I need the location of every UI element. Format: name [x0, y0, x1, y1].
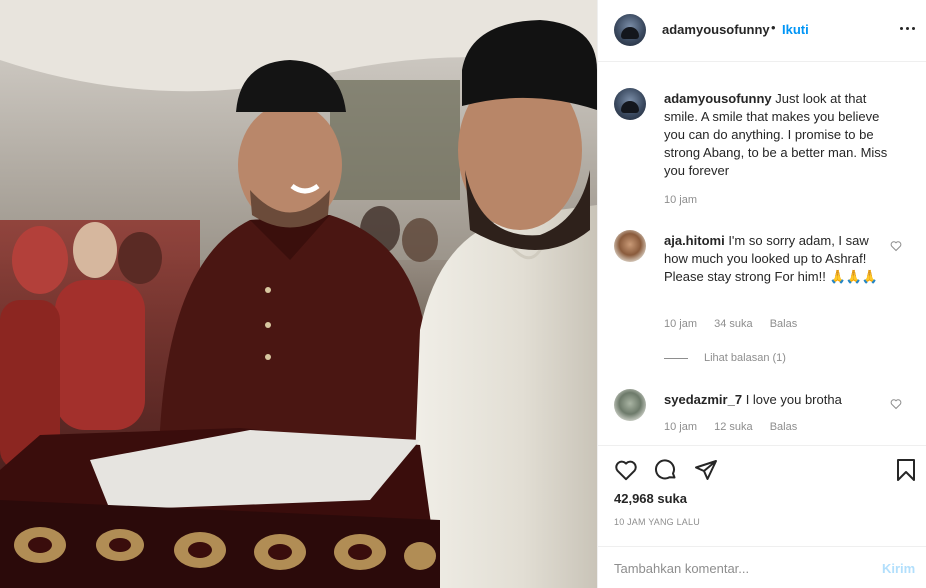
caption-time: 10 jam	[664, 194, 698, 206]
comment-body: I love you brotha	[745, 392, 842, 407]
share-icon[interactable]	[694, 458, 718, 482]
add-comment-bar: Kirim	[598, 546, 926, 588]
post-comment-button[interactable]: Kirim	[882, 561, 915, 576]
comment-like-heart-icon[interactable]	[890, 240, 902, 252]
post-time-ago: 10 JAM YANG LALU	[614, 517, 700, 527]
comment-likes[interactable]: 12 suka	[714, 421, 753, 433]
comment-time: 10 jam	[664, 421, 698, 433]
comment-avatar[interactable]	[614, 230, 646, 262]
post-photo[interactable]	[0, 0, 597, 588]
post-username[interactable]: adamyousofunny	[662, 22, 770, 37]
comment-input[interactable]	[614, 559, 864, 577]
comment-like-heart-icon[interactable]	[890, 398, 902, 410]
separator-dot: •	[771, 20, 776, 35]
comment-reply-button[interactable]: Balas	[770, 421, 798, 433]
heart-icon[interactable]	[614, 458, 638, 482]
caption-text: adamyousofunny Just look at that smile. …	[664, 90, 894, 180]
photo-illustration	[0, 0, 597, 588]
comment-text: syedazmir_7 I love you brotha	[664, 391, 894, 409]
post-actions: 42,968 suka 10 JAM YANG LALU Kirim	[598, 445, 926, 588]
comment-text: aja.hitomi I'm so sorry adam, I saw how …	[664, 232, 886, 286]
comment-reply-button[interactable]: Balas	[770, 318, 798, 330]
comment-username[interactable]: syedazmir_7	[664, 392, 742, 407]
comments-list: adamyousofunny Just look at that smile. …	[598, 63, 926, 445]
post-header: adamyousofunny • Ikuti	[598, 0, 926, 62]
comment-username[interactable]: aja.hitomi	[664, 233, 725, 248]
comment-likes[interactable]: 34 suka	[714, 318, 753, 330]
view-replies-label: Lihat balasan (1)	[704, 352, 786, 364]
post-details-panel: adamyousofunny • Ikuti adamyousofunny Ju…	[597, 0, 926, 588]
likes-count[interactable]: 42,968 suka	[614, 491, 687, 506]
view-replies-button[interactable]: Lihat balasan (1)	[664, 352, 786, 364]
comment-meta: 10 jam 12 suka Balas	[664, 421, 811, 433]
save-bookmark-icon[interactable]	[894, 458, 918, 482]
comment-avatar[interactable]	[614, 389, 646, 421]
caption-username[interactable]: adamyousofunny	[664, 91, 772, 106]
replies-divider	[664, 357, 688, 359]
avatar[interactable]	[614, 14, 646, 46]
comment-icon[interactable]	[654, 458, 678, 482]
follow-button[interactable]: Ikuti	[782, 22, 809, 37]
caption-meta: 10 jam	[664, 194, 711, 206]
more-options-icon[interactable]	[898, 18, 918, 38]
caption-avatar[interactable]	[614, 88, 646, 120]
comment-time: 10 jam	[664, 318, 698, 330]
comment-meta: 10 jam 34 suka Balas	[664, 318, 811, 330]
